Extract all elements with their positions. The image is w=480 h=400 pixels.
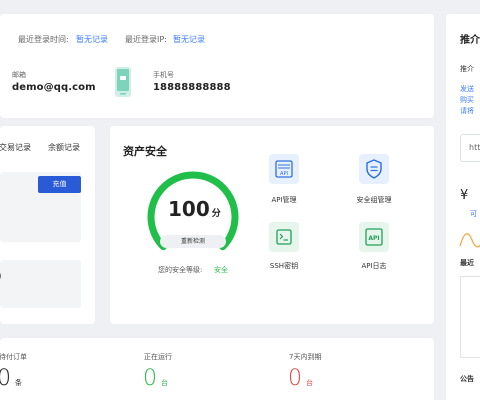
score-unit: 分 [211, 209, 221, 219]
last-login-time-value: 暂无记录 [76, 35, 108, 44]
referral-link-input[interactable]: htt [460, 134, 480, 162]
referral-title: 推介 [460, 35, 480, 46]
phone-label: 手机号 [153, 71, 174, 79]
recheck-button[interactable]: 重新检测 [160, 235, 226, 248]
api-log-label[interactable]: API日志 [334, 261, 414, 271]
recent-partial: 最近 [460, 259, 474, 267]
running-unit: 台 [161, 379, 168, 387]
ssh-key-icon[interactable] [269, 222, 299, 252]
referral-panel: 推介 推介 发送 购买 请将 htt ¥ 可 最近 公告 [446, 14, 480, 400]
referral-desc-2: 购买 [460, 96, 474, 104]
security-level-value: 安全 [214, 266, 228, 274]
pending-orders-label: 待付订单 [0, 353, 27, 361]
balance-panel: 充值 [0, 172, 81, 242]
phone-value: 18888888888 [153, 82, 231, 93]
email-label: 邮箱 [12, 71, 26, 79]
earnings-sparkline [459, 233, 480, 248]
expiring-stat[interactable]: 0 台 [288, 366, 313, 391]
recent-list-box [460, 276, 480, 358]
api-management-icon[interactable]: API [269, 154, 299, 184]
notice-partial: 公告 [460, 375, 474, 383]
email-value: demo@qq.com [12, 82, 96, 93]
security-level-label: 您的安全等级: [158, 266, 203, 274]
withdraw-partial[interactable]: 可 [470, 209, 477, 219]
api-management-label[interactable]: API管理 [244, 195, 324, 205]
referral-desc-1: 发送 [460, 85, 474, 93]
last-login-ip-label: 最近登录IP: [125, 35, 167, 44]
tab-balance-records[interactable]: 余额记录 [48, 142, 80, 153]
score-display: 100 分 [168, 197, 221, 221]
last-login-ip-value: 暂无记录 [173, 35, 205, 44]
expiring-unit: 台 [306, 379, 313, 387]
tab-transactions[interactable]: 交易记录 [0, 142, 31, 153]
running-label: 正在运行 [144, 353, 172, 361]
svg-text:API: API [280, 171, 288, 177]
partial-text: ) [0, 272, 2, 282]
last-login-time-label: 最近登录时间: [18, 35, 69, 44]
pending-orders-unit: 条 [15, 379, 22, 387]
pending-orders-value: 0 [0, 366, 11, 391]
recharge-button[interactable]: 充值 [38, 176, 81, 193]
balance-card: 交易记录 余额记录 充值 ) [0, 126, 95, 324]
referral-desc-3: 请将 [460, 107, 474, 115]
expiring-label: 7天内到期 [289, 353, 322, 361]
svg-text:API: API [368, 235, 379, 242]
section-title: 资产安全 [123, 145, 167, 158]
referral-subtitle: 推介 [460, 65, 474, 73]
expiring-value: 0 [288, 366, 302, 391]
phone-icon [113, 66, 133, 98]
pending-orders-stat[interactable]: 0 条 [0, 366, 22, 391]
account-info-card: 最近登录时间: 暂无记录 最近登录IP: 暂无记录 邮箱 demo@qq.com… [0, 14, 434, 118]
ssh-key-label[interactable]: SSH密钥 [244, 261, 324, 271]
api-log-icon[interactable]: API [359, 222, 389, 252]
score-value: 100 [168, 197, 210, 221]
running-value: 0 [143, 366, 157, 391]
security-group-icon[interactable] [359, 154, 389, 184]
asset-security-card: 资产安全 100 分 重新检测 您的安全等级: 安全 API API管理 安全组… [110, 126, 434, 324]
currency-symbol: ¥ [460, 188, 469, 203]
balance-sub-panel: ) [0, 260, 81, 308]
running-stat[interactable]: 0 台 [143, 366, 168, 391]
stats-card: 待付订单 0 条 正在运行 0 台 7天内到期 0 台 [0, 338, 434, 400]
security-group-label[interactable]: 安全组管理 [334, 195, 414, 205]
